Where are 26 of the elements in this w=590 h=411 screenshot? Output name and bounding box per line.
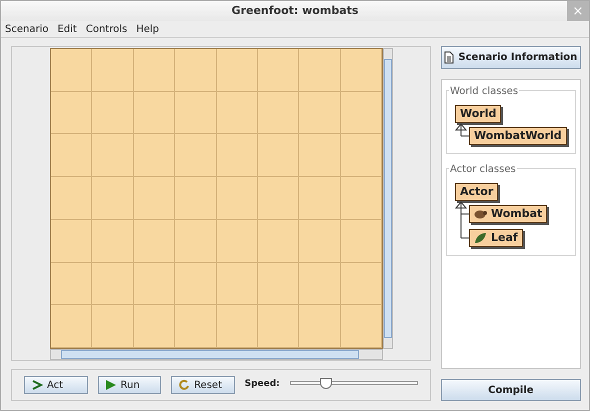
compile-button[interactable]: Compile — [441, 379, 581, 401]
document-icon — [444, 51, 454, 64]
step-icon — [31, 379, 43, 391]
speed-label: Speed: — [244, 378, 280, 392]
wombat-icon — [474, 209, 487, 219]
vertical-scrollbar[interactable] — [383, 48, 393, 349]
class-box[interactable]: Actor — [455, 183, 498, 201]
menu-item[interactable]: Edit — [57, 22, 77, 36]
scenario-information-button[interactable]: Scenario Information — [441, 46, 581, 69]
control-button[interactable]: Run — [98, 376, 162, 394]
menu-item[interactable]: Scenario — [5, 22, 48, 36]
class-box[interactable]: Wombat — [469, 205, 548, 223]
leaf-icon — [474, 232, 487, 244]
horizontal-scrollbar[interactable] — [50, 349, 383, 360]
class-box[interactable]: World — [455, 105, 502, 123]
menu-item[interactable]: Controls — [86, 22, 128, 36]
inherit-arrow-icon — [455, 201, 469, 239]
reset-icon — [178, 379, 190, 391]
control-button[interactable]: Reset — [171, 376, 235, 394]
inherit-arrow-icon — [455, 123, 469, 137]
menu-item[interactable]: Help — [136, 22, 160, 36]
control-button[interactable]: Act — [24, 376, 88, 394]
window-title: Greenfoot: wombats — [232, 2, 358, 19]
class-box[interactable]: Leaf — [469, 229, 523, 247]
class-box[interactable]: WombatWorld — [469, 127, 567, 145]
play-icon — [104, 379, 117, 391]
